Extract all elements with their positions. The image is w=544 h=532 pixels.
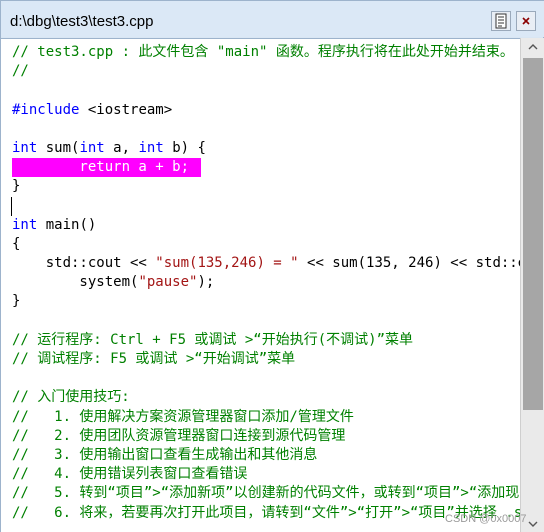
scroll-up-button[interactable] [521, 38, 544, 56]
highlighted-code-line[interactable]: return a + b; [12, 158, 520, 178]
code-text[interactable]: // test3.cpp : 此文件包含 "main" 函数。程序执行将在此处开… [11, 43, 520, 523]
code-token: sum( [37, 139, 80, 156]
code-line[interactable] [12, 369, 520, 388]
text-caret [11, 196, 12, 216]
code-line[interactable]: // 4. 使用错误列表窗口查看错误 [12, 465, 520, 484]
code-line[interactable]: // 3. 使用输出窗口查看生成输出和其他消息 [12, 446, 520, 465]
code-line[interactable]: } [12, 292, 520, 311]
notepad-button[interactable] [491, 11, 511, 31]
window-title: d:\dbg\test3\test3.cpp [10, 13, 154, 30]
code-token: // 调试程序: F5 或调试 >“开始调试”菜单 [12, 351, 296, 367]
code-token: // 运行程序: Ctrl + F5 或调试 >“开始执行(不调试)”菜单 [12, 331, 414, 348]
code-token: std::cout << [12, 255, 156, 272]
code-token: // 3. 使用输出窗口查看生成输出和其他消息 [12, 446, 318, 463]
code-token: system( [12, 274, 139, 291]
code-token: { [12, 235, 21, 252]
code-line[interactable] [12, 81, 520, 100]
code-line[interactable]: // test3.cpp : 此文件包含 "main" 函数。程序执行将在此处开… [12, 43, 520, 62]
code-token: int [12, 139, 38, 156]
code-line[interactable]: int main() [12, 216, 520, 235]
code-token: a, [104, 139, 139, 156]
code-token: int [79, 139, 105, 156]
scroll-thumb[interactable] [523, 58, 543, 410]
code-line[interactable]: { [12, 235, 520, 254]
code-token: // 4. 使用错误列表窗口查看错误 [12, 466, 248, 483]
code-line[interactable] [12, 312, 520, 331]
code-token: // 6. 将来，若要再次打开此项目，请转到“文件”>“打开”>“项目”并选择 … [12, 504, 520, 521]
code-token: // [12, 63, 29, 80]
editor-window: d:\dbg\test3\test3.cpp // test3.cpp: 此文… [0, 0, 544, 532]
code-token: // 2. 使用团队资源管理器窗口连接到源代码管理 [12, 427, 346, 444]
code-line[interactable] [11, 196, 520, 216]
code-line[interactable]: // 入门使用技巧: [12, 388, 520, 407]
code-line[interactable]: int sum(int a, int b) { [12, 139, 520, 158]
code-token: << sum(135, 246) << std::endl; [307, 255, 520, 272]
close-icon [517, 12, 535, 30]
code-token: int [12, 216, 38, 233]
code-editor[interactable]: // test3.cpp : 此文件包含 "main" 函数。程序执行将在此处开… [1, 38, 520, 532]
code-token: ); [197, 274, 215, 291]
notepad-icon [492, 12, 510, 30]
code-token: b) { [163, 139, 206, 156]
code-line[interactable]: } [12, 177, 520, 196]
code-token: <iostream> [79, 101, 173, 118]
code-token: } [12, 293, 21, 310]
code-token: int [138, 139, 164, 156]
scroll-up-icon [528, 44, 538, 50]
code-token: // 5. 转到“项目”>“添加新项”以创建新的代码文件，或转到“项目”>“添加… [12, 485, 520, 502]
code-line[interactable]: // 5. 转到“项目”>“添加新项”以创建新的代码文件，或转到“项目”>“添加… [12, 484, 520, 503]
vertical-scrollbar[interactable] [520, 38, 544, 532]
code-token: main() [37, 216, 97, 233]
code-line[interactable]: system("pause"); [12, 273, 520, 292]
code-token: // 入门使用技巧: [12, 389, 130, 406]
title-bar[interactable]: d:\dbg\test3\test3.cpp [1, 1, 544, 37]
code-line[interactable]: // 调试程序: F5 或调试 >“开始调试”菜单 [12, 350, 520, 369]
watermark: CSDN @0x0007 [445, 513, 527, 525]
code-token: return a + b; [12, 158, 201, 178]
code-token: "pause" [138, 274, 198, 291]
code-token: #include [12, 101, 80, 118]
code-line[interactable]: // 6. 将来，若要再次打开此项目，请转到“文件”>“打开”>“项目”并选择 … [12, 504, 520, 523]
code-token: // 1. 使用解决方案资源管理器窗口添加/管理文件 [12, 408, 354, 425]
code-line[interactable]: #include <iostream> [12, 101, 520, 120]
code-token: } [12, 178, 21, 195]
close-button[interactable] [516, 11, 536, 31]
code-line[interactable]: std::cout << "sum(135,246) = " << sum(13… [12, 254, 520, 273]
code-line[interactable]: // [12, 62, 520, 81]
code-line[interactable]: // 运行程序: Ctrl + F5 或调试 >“开始执行(不调试)”菜单 [12, 331, 520, 350]
code-token: // test3.cpp : 此文件包含 "main" 函数。程序执行将在此处开… [12, 44, 514, 60]
code-token: "sum(135,246) = " [155, 255, 299, 272]
code-line[interactable]: // 1. 使用解决方案资源管理器窗口添加/管理文件 [12, 408, 520, 427]
code-line[interactable] [12, 120, 520, 139]
code-line[interactable]: // 2. 使用团队资源管理器窗口连接到源代码管理 [12, 427, 520, 446]
